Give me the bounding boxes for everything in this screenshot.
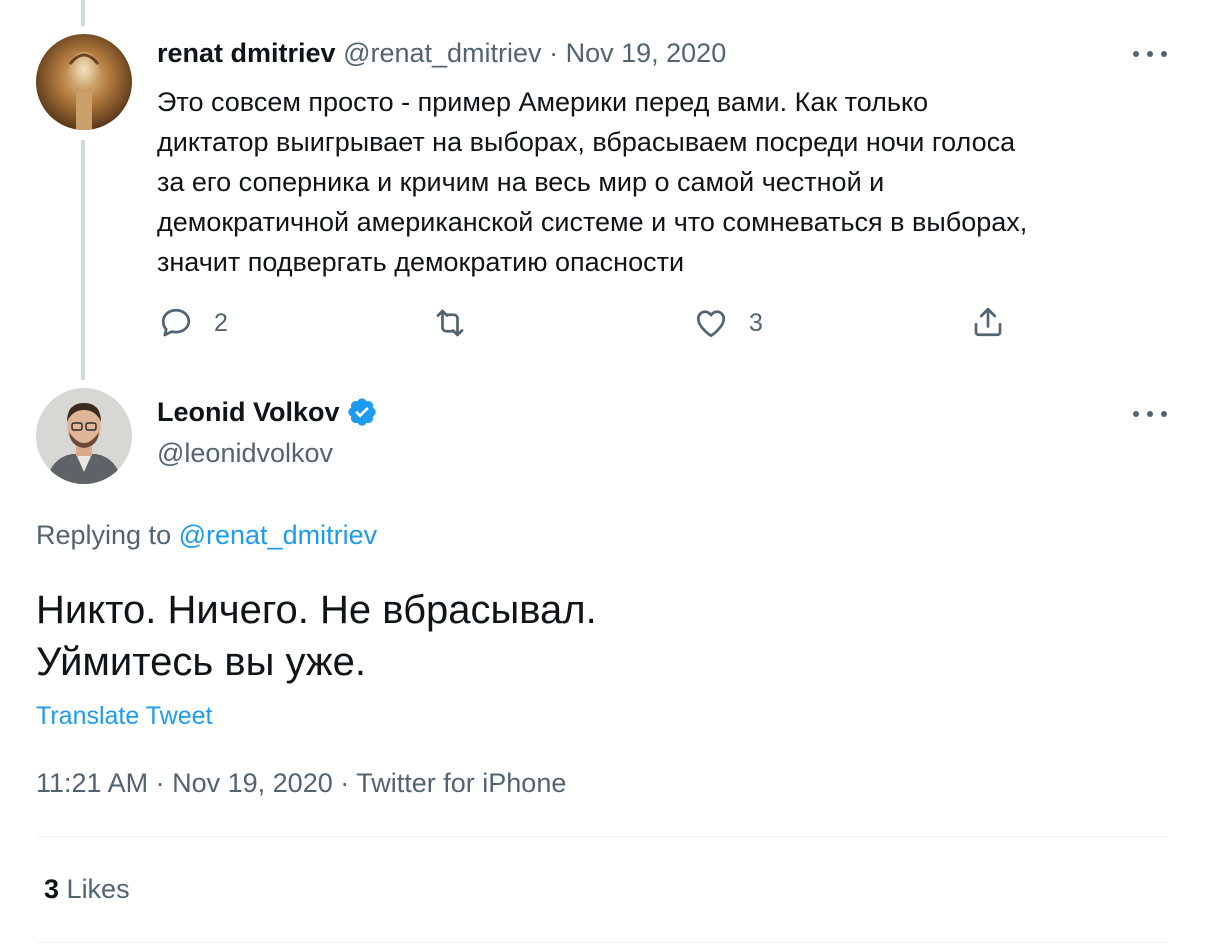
parent-more-button[interactable] bbox=[1133, 48, 1167, 60]
share-icon bbox=[974, 307, 1002, 337]
likes-stat[interactable]: 3 Likes bbox=[44, 874, 130, 905]
tweet-metadata: 11:21 AM · Nov 19, 2020 · Twitter for iP… bbox=[36, 768, 566, 799]
share-button[interactable] bbox=[970, 303, 1006, 341]
tweet-thread-view: renat dmitriev @renat_dmitriev · Nov 19,… bbox=[0, 0, 1206, 950]
main-more-button[interactable] bbox=[1133, 408, 1167, 420]
parent-author-handle[interactable]: @renat_dmitriev bbox=[343, 38, 541, 68]
parent-action-bar: 2 3 bbox=[158, 300, 1018, 348]
main-tweet-text: Никто. Ничего. Не вбрасывал. Уймитесь вы… bbox=[36, 584, 597, 688]
parent-author-avatar[interactable] bbox=[36, 34, 132, 130]
main-author-name[interactable]: Leonid Volkov bbox=[157, 397, 340, 428]
retweet-button[interactable] bbox=[430, 305, 470, 341]
reply-count: 2 bbox=[214, 308, 228, 337]
retweet-icon bbox=[436, 309, 464, 337]
thread-line-top bbox=[81, 0, 85, 26]
text-line: за его соперника и кричим на весь мир о … bbox=[157, 167, 885, 197]
main-author-avatar[interactable] bbox=[36, 388, 132, 484]
heart-icon bbox=[696, 310, 726, 338]
text-line: Никто. Ничего. Не вбрасывал. bbox=[36, 588, 597, 632]
meta-separator: · bbox=[155, 768, 165, 798]
divider bbox=[36, 942, 1168, 943]
tweet-source[interactable]: Twitter for iPhone bbox=[356, 768, 566, 798]
more-dots-icon bbox=[1133, 51, 1139, 57]
divider bbox=[36, 836, 1168, 837]
likes-count: 3 bbox=[44, 874, 60, 904]
main-author-name-row: Leonid Volkov bbox=[157, 396, 378, 428]
text-line: Уймитесь вы уже. bbox=[36, 640, 367, 684]
text-line: диктатор выигрывает на выборах, вбрасыва… bbox=[157, 127, 1016, 157]
translate-tweet-link[interactable]: Translate Tweet bbox=[36, 702, 212, 731]
more-dots-icon bbox=[1133, 411, 1139, 417]
parent-tweet-date[interactable]: Nov 19, 2020 bbox=[566, 38, 727, 68]
tweet-time[interactable]: 11:21 AM bbox=[36, 768, 148, 798]
parent-author-name[interactable]: renat dmitriev bbox=[157, 38, 336, 68]
text-line: значит подвергать демократию опасности bbox=[157, 247, 685, 277]
like-button[interactable]: 3 bbox=[693, 305, 763, 341]
reply-button[interactable]: 2 bbox=[158, 305, 228, 341]
main-author-handle[interactable]: @leonidvolkov bbox=[157, 438, 333, 469]
text-line: Это совсем просто - пример Америки перед… bbox=[157, 87, 929, 117]
replying-to: Replying to @renat_dmitriev bbox=[36, 520, 377, 551]
thread-line-connector bbox=[81, 140, 85, 380]
parent-tweet-text: Это совсем просто - пример Америки перед… bbox=[157, 82, 1167, 282]
replying-to-handle[interactable]: @renat_dmitriev bbox=[179, 520, 377, 550]
meta-separator: · bbox=[340, 768, 350, 798]
text-line: демократичной американской системе и что… bbox=[157, 207, 1028, 237]
tweet-date[interactable]: Nov 19, 2020 bbox=[172, 768, 333, 798]
header-separator: · bbox=[549, 38, 559, 68]
parent-tweet-header: renat dmitriev @renat_dmitriev · Nov 19,… bbox=[157, 38, 726, 69]
likes-label: Likes bbox=[66, 874, 130, 904]
like-count: 3 bbox=[749, 308, 763, 337]
verified-badge-icon bbox=[346, 396, 378, 428]
reply-bubble-icon bbox=[161, 308, 191, 337]
replying-to-label: Replying to bbox=[36, 520, 172, 550]
